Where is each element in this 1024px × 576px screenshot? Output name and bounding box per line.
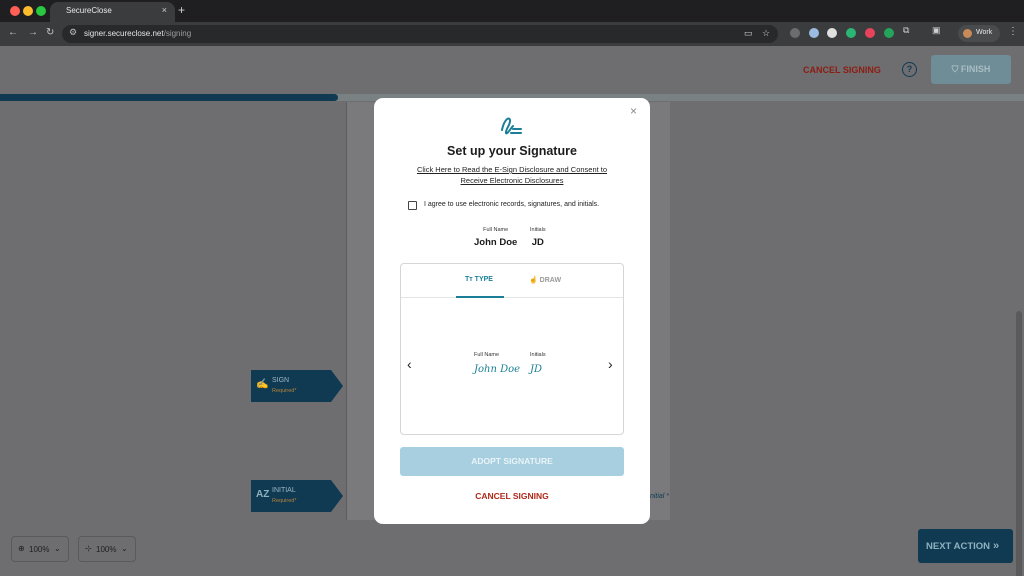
esign-disclosure-link[interactable]: Click Here to Read the E-Sign Disclosure…	[404, 164, 620, 186]
preview-full-name-signature: John Doe	[474, 364, 521, 375]
bookmark-star-icon[interactable]: ☆	[762, 28, 770, 39]
modal-title: Set up your Signature	[447, 144, 577, 158]
full-name-label: Full Name	[483, 227, 509, 233]
sign-flag-required: Required*	[272, 388, 297, 394]
maximize-window-button[interactable]	[36, 6, 46, 16]
adopt-signature-button[interactable]: ADOPT SIGNATURE	[400, 447, 624, 476]
tab-close-icon[interactable]: ×	[162, 5, 167, 15]
tab-title: SecureClose	[66, 6, 112, 15]
hand-pointer-icon: ☝	[529, 277, 538, 284]
initials-block: Initials JD	[530, 227, 546, 248]
back-icon[interactable]: ←	[8, 27, 18, 38]
full-name-preview: Full Name John Doe	[474, 352, 520, 375]
chevron-down-icon: ⌄	[54, 544, 61, 553]
active-tab-indicator	[456, 296, 504, 298]
reload-icon[interactable]: ↻	[46, 27, 54, 38]
full-name-value: John Doe	[474, 237, 518, 248]
next-style-icon[interactable]: ›	[608, 356, 613, 372]
url-text: signer.secureclose.net/signing	[84, 29, 192, 38]
initials-icon: AZ	[256, 489, 270, 500]
help-icon[interactable]: ?	[902, 62, 917, 77]
text-size-select[interactable]: ⊹ 100% ⌄	[78, 536, 136, 562]
consent-row[interactable]: I agree to use electronic records, signa…	[408, 200, 628, 212]
progress-fill	[0, 94, 338, 101]
next-action-label: NEXT ACTION	[926, 541, 991, 552]
extension-icon[interactable]	[865, 28, 875, 38]
signature-setup-modal: × Set up your Signature Click Here to Re…	[374, 98, 650, 524]
new-tab-button[interactable]: +	[178, 3, 185, 17]
double-chevron-right-icon: »	[993, 540, 1000, 552]
puzzle-icon[interactable]: ⧉	[903, 25, 909, 36]
page-scrollbar[interactable]	[1016, 311, 1022, 576]
tab-type[interactable]: Tт TYPE	[465, 276, 493, 283]
previous-style-icon[interactable]: ‹	[407, 356, 412, 372]
minimize-window-button[interactable]	[23, 6, 33, 16]
browser-toolbar: ← → ↻ ⚙ signer.secureclose.net/signing ▭…	[0, 22, 1024, 46]
sign-flag-label: SIGN	[272, 377, 290, 384]
zoom-value: 100%	[29, 545, 50, 554]
profile-button[interactable]: Work	[958, 25, 1000, 42]
site-info-icon[interactable]: ⚙	[69, 27, 77, 38]
extension-icon[interactable]	[827, 28, 837, 38]
page-header: CANCEL SIGNING ? ⛉ FINISH	[0, 46, 1024, 94]
chevron-down-icon: ⌄	[121, 544, 128, 553]
forward-icon[interactable]: →	[28, 27, 38, 38]
modal-cancel-signing-button[interactable]: CANCEL SIGNING	[374, 491, 650, 501]
signature-panel: Tт TYPE ☝ DRAW ‹ › Full Name John Doe In…	[400, 263, 624, 435]
sign-flag[interactable]: ✍ SIGN Required*	[251, 370, 343, 402]
preview-initials-label: Initials	[530, 352, 546, 358]
cast-icon[interactable]: ▭	[744, 28, 753, 39]
preview-initials-signature: JD	[530, 364, 543, 375]
disclosure-line-2: Receive Electronic Disclosures	[460, 176, 564, 185]
more-menu-icon[interactable]: ⋮	[1008, 26, 1018, 37]
preview-full-name-label: Full Name	[474, 352, 500, 358]
browser-titlebar: SecureClose × +	[0, 0, 1024, 22]
initials-value: JD	[531, 237, 544, 248]
next-action-button[interactable]: NEXT ACTION»	[918, 529, 1013, 563]
zoom-select[interactable]: ⊕ 100% ⌄	[11, 536, 69, 562]
signature-icon: ✍	[256, 379, 269, 390]
initial-flag-required: Required*	[272, 498, 297, 504]
close-icon[interactable]: ×	[630, 104, 637, 118]
consent-label: I agree to use electronic records, signa…	[424, 201, 600, 208]
initials-label: Initials	[530, 227, 546, 233]
signature-logo-icon	[501, 117, 522, 135]
side-panel-icon[interactable]: ▣	[932, 25, 941, 36]
document-initial-marker: Initial *	[648, 493, 670, 500]
address-bar[interactable]: ⚙ signer.secureclose.net/signing ▭ ☆	[62, 25, 778, 43]
consent-checkbox[interactable]	[408, 201, 417, 210]
close-window-button[interactable]	[10, 6, 20, 16]
zoom-icon: ⊕	[18, 544, 25, 553]
initial-flag[interactable]: AZ INITIAL Required*	[251, 480, 343, 512]
text-size-value: 100%	[96, 545, 117, 554]
full-name-block: Full Name John Doe	[474, 227, 517, 248]
tab-draw[interactable]: ☝ DRAW	[529, 276, 561, 284]
extension-icon[interactable]	[809, 28, 819, 38]
extension-icon[interactable]	[846, 28, 856, 38]
disclosure-line-1: Click Here to Read the E-Sign Disclosure…	[416, 165, 608, 174]
header-cancel-signing-button[interactable]: CANCEL SIGNING	[803, 65, 881, 75]
initial-flag-label: INITIAL	[272, 487, 296, 494]
initials-preview: Initials JD	[530, 352, 546, 375]
avatar	[963, 29, 972, 38]
finish-button[interactable]: ⛉ FINISH	[931, 55, 1011, 84]
text-size-icon: ⊹	[85, 544, 92, 553]
browser-tab[interactable]: SecureClose ×	[50, 2, 175, 22]
signature-tabs: Tт TYPE ☝ DRAW	[401, 264, 623, 298]
profile-label: Work	[976, 29, 993, 36]
text-type-icon: Tт	[465, 276, 473, 283]
extension-icon[interactable]	[884, 28, 894, 38]
extension-icon[interactable]	[790, 28, 800, 38]
